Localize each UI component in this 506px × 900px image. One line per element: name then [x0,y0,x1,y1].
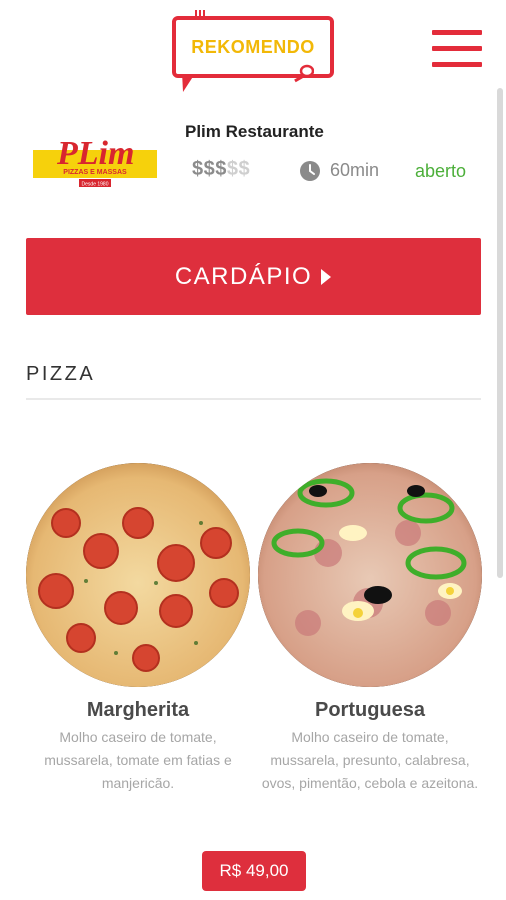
fork-icon [195,10,205,19]
logo-text: REKOMENDO [191,36,315,57]
menu-item-margherita[interactable]: Margherita Molho caseiro de tomate, muss… [26,463,250,795]
item-name: Margherita [86,699,190,721]
app-screen: REKOMENDO PLim PIZZAS E MASSAS Desde 198… [0,0,506,900]
delivery-time: 60min [300,160,379,181]
cardapio-button[interactable]: CARDÁPIO [26,238,481,315]
hamburger-menu-icon[interactable] [432,30,482,68]
svg-text:Desde 1980: Desde 1980 [82,182,109,188]
delivery-time-value: 60min [330,160,380,180]
play-arrow-icon [321,268,332,285]
spoon-icon [294,64,314,83]
price-level-inactive: $$ [226,158,251,180]
item-name: Portuguesa [314,699,426,721]
price-badge[interactable]: R$ 49,00 [202,851,306,891]
price-level-active: $$$ [192,158,227,180]
rekomendo-logo[interactable]: REKOMENDO [172,10,334,92]
svg-text:PIZZAS E MASSAS: PIZZAS E MASSAS [63,169,127,176]
restaurant-logo: PLim PIZZAS E MASSAS Desde 1980 [33,135,157,188]
open-status: aberto [415,161,467,181]
section-title: PIZZA [26,363,96,385]
scrollbar[interactable] [497,88,503,578]
menu-item-portuguesa[interactable]: Portuguesa Molho caseiro de tomate, muss… [258,463,482,795]
cardapio-label: CARDÁPIO [174,262,313,290]
section-divider [26,398,481,400]
clock-icon [300,160,320,181]
portuguesa-pizza-image [258,463,482,687]
svg-text:PLim: PLim [56,135,134,172]
price-level: $$$$$ [192,158,250,181]
margherita-pizza-image [26,463,250,687]
restaurant-name: Plim Restaurante [185,122,324,141]
item-description: Molho caseiro de tomate, mussarela, toma… [44,729,232,791]
header: REKOMENDO [0,0,506,95]
item-description: Molho caseiro de tomate, mussarela, pres… [261,729,479,791]
